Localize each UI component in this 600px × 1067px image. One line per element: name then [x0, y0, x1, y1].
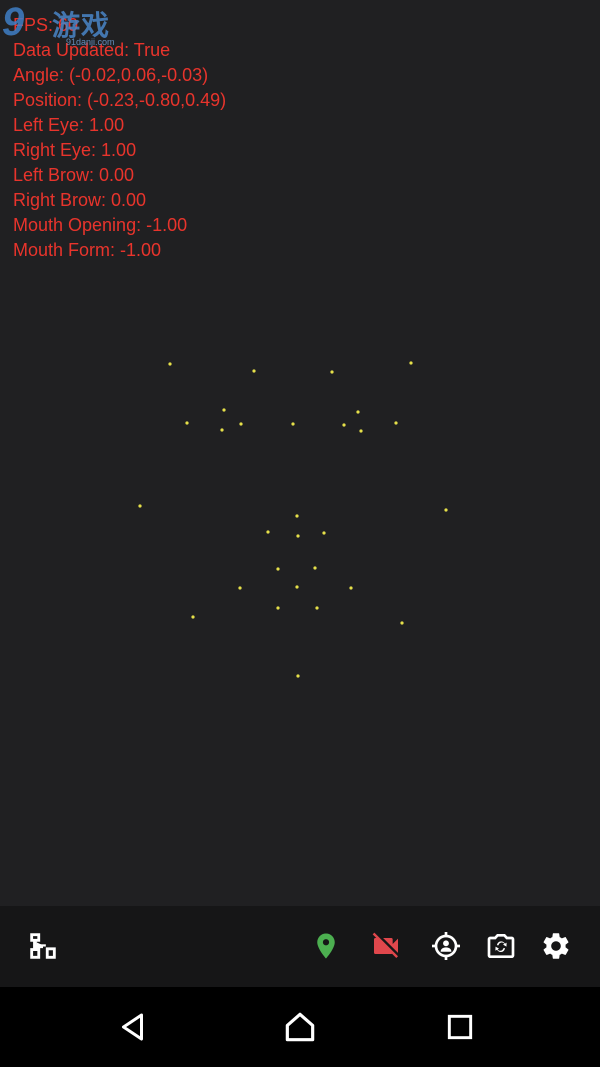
landmark-point [313, 566, 317, 570]
landmark-point [276, 567, 280, 571]
system-nav-bar [0, 987, 600, 1067]
landmark-point [220, 428, 224, 432]
right-eye-label: Right Eye: 1.00 [13, 140, 137, 160]
nav-home-button[interactable] [280, 1007, 320, 1047]
tracking-screen: FPS: 60 Data Updated: True Angle: (-0.02… [0, 0, 600, 1067]
debug-info-panel: FPS: 60 Data Updated: True Angle: (-0.02… [13, 13, 226, 263]
settings-button[interactable] [536, 926, 576, 966]
landmark-point [296, 674, 300, 678]
landmark-point [322, 531, 326, 535]
landmark-point [394, 421, 398, 425]
nav-recents-button[interactable] [440, 1007, 480, 1047]
mouth-opening-label: Mouth Opening: -1.00 [13, 215, 188, 235]
landmark-point [291, 422, 295, 426]
landmark-point [295, 514, 299, 518]
settings-icon [543, 933, 569, 959]
landmark-point [276, 606, 280, 610]
landmark-point [342, 423, 346, 427]
landmark-point [138, 504, 142, 508]
landmark-point [185, 421, 189, 425]
landmark-point [252, 369, 256, 373]
location-pin-icon [317, 933, 335, 959]
bottom-toolbar [0, 906, 600, 987]
landmark-point [266, 530, 270, 534]
landmark-point [330, 370, 334, 374]
network-button[interactable] [23, 926, 63, 966]
fps-label: FPS: 60 [13, 15, 79, 35]
home-icon [285, 1012, 315, 1042]
left-brow-label: Left Brow: 0.00 [13, 165, 135, 185]
face-tracking-icon [432, 932, 460, 960]
switch-camera-button[interactable] [481, 926, 521, 966]
back-icon [122, 1013, 143, 1041]
data-updated-label: Data Updated: True [13, 40, 171, 60]
landmark-point [356, 410, 360, 414]
landmark-point [191, 615, 195, 619]
landmark-point [238, 586, 242, 590]
mouth-form-label: Mouth Form: -1.00 [13, 240, 162, 260]
landmark-point [400, 621, 404, 625]
position-label: Position: (-0.23,-0.80,0.49) [13, 90, 227, 110]
landmark-point [315, 606, 319, 610]
landmark-point [295, 585, 299, 589]
landmark-point [359, 429, 363, 433]
face-landmarks [138, 361, 448, 678]
switch-camera-icon [487, 934, 515, 958]
right-brow-label: Right Brow: 0.00 [13, 190, 147, 210]
network-icon [30, 933, 56, 959]
landmark-point [239, 422, 243, 426]
landmark-point [349, 586, 353, 590]
location-button[interactable] [306, 926, 346, 966]
landmark-point [444, 508, 448, 512]
left-eye-label: Left Eye: 1.00 [13, 115, 125, 135]
landmark-point [222, 408, 226, 412]
landmark-point [168, 362, 172, 366]
camera-off-icon [372, 932, 398, 958]
angle-label: Angle: (-0.02,0.06,-0.03) [13, 65, 209, 85]
landmark-point [296, 534, 300, 538]
landmark-point [409, 361, 413, 365]
face-tracking-button[interactable] [426, 926, 466, 966]
camera-toggle-button[interactable] [366, 926, 406, 966]
recents-icon [447, 1014, 473, 1040]
nav-back-button[interactable] [114, 1007, 154, 1047]
